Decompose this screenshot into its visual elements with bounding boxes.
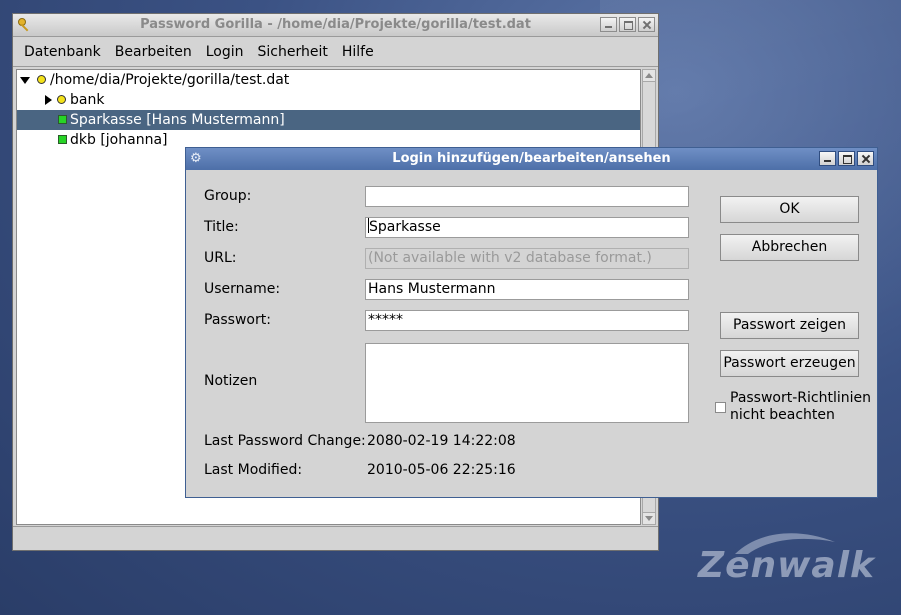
last-modified-value: 2010-05-06 22:25:16	[367, 462, 516, 478]
tree-group-row[interactable]: bank	[17, 90, 640, 110]
generate-password-button[interactable]: Passwort erzeugen	[720, 350, 859, 377]
last-modified-label: Last Modified:	[204, 462, 303, 478]
dialog-titlebar[interactable]: ⚙ Login hinzufügen/bearbeiten/ansehen	[186, 148, 877, 170]
expand-right-icon[interactable]	[45, 95, 52, 105]
username-field[interactable]: Hans Mustermann	[365, 279, 689, 300]
login-entry-icon	[58, 135, 67, 144]
title-field-value: Sparkasse	[369, 219, 441, 235]
menu-sicherheit[interactable]: Sicherheit	[250, 44, 334, 60]
last-password-change-label: Last Password Change:	[204, 433, 366, 449]
tree-root-row[interactable]: /home/dia/Projekte/gorilla/test.dat	[17, 70, 640, 90]
login-entry-icon	[58, 115, 67, 124]
checkbox-label-line-2: nicht beachten	[730, 407, 835, 423]
menu-hilfe[interactable]: Hilfe	[335, 44, 381, 60]
cancel-button[interactable]: Abbrechen	[720, 234, 859, 261]
title-label: Title:	[204, 219, 239, 235]
checkbox-label-line-1: Passwort-Richtlinien	[730, 390, 871, 406]
group-icon	[57, 95, 66, 104]
tree-entry-label: dkb [johanna]	[70, 132, 168, 148]
expand-down-icon[interactable]	[20, 77, 30, 84]
dialog-title: Login hinzufügen/bearbeiten/ansehen	[392, 151, 671, 166]
last-password-change-value: 2080-02-19 14:22:08	[367, 433, 516, 449]
tree-group-label: bank	[70, 92, 105, 108]
desktop-logo-text: Zenwalk	[698, 545, 875, 586]
dialog-close-button[interactable]	[857, 151, 874, 166]
scroll-up-arrow-icon[interactable]	[643, 70, 655, 82]
ignore-password-policy-checkbox[interactable]	[715, 402, 726, 413]
minimize-button[interactable]	[600, 17, 617, 32]
login-dialog: ⚙ Login hinzufügen/bearbeiten/ansehen Gr…	[185, 147, 878, 498]
menu-datenbank[interactable]: Datenbank	[17, 44, 108, 60]
password-field[interactable]: *****	[365, 310, 689, 331]
status-bar	[13, 526, 658, 550]
scroll-down-arrow-icon[interactable]	[643, 512, 655, 524]
ok-button[interactable]: OK	[720, 196, 859, 223]
maximize-button[interactable]	[619, 17, 636, 32]
password-label: Passwort:	[204, 312, 271, 328]
menu-bearbeiten[interactable]: Bearbeiten	[108, 44, 199, 60]
url-field: (Not available with v2 database format.)	[365, 248, 689, 269]
main-window-title: Password Gorilla - /home/dia/Projekte/go…	[140, 17, 531, 32]
menu-login[interactable]: Login	[199, 44, 251, 60]
dialog-maximize-button[interactable]	[838, 151, 855, 166]
group-field[interactable]	[365, 186, 689, 207]
main-window-titlebar[interactable]: Password Gorilla - /home/dia/Projekte/go…	[13, 14, 658, 37]
username-label: Username:	[204, 281, 281, 297]
title-field[interactable]: Sparkasse	[365, 217, 689, 238]
close-button[interactable]	[638, 17, 655, 32]
tree-root-label: /home/dia/Projekte/gorilla/test.dat	[50, 72, 290, 88]
group-label: Group:	[204, 188, 252, 204]
show-password-button[interactable]: Passwort zeigen	[720, 312, 859, 339]
tree-entry-label: Sparkasse [Hans Mustermann]	[70, 112, 285, 128]
url-label: URL:	[204, 250, 237, 266]
database-icon	[37, 75, 46, 84]
notes-textarea[interactable]	[365, 343, 689, 423]
dialog-minimize-button[interactable]	[819, 151, 836, 166]
ignore-password-policy-label[interactable]: Passwort-Richtlinien nicht beachten	[730, 390, 871, 424]
notes-label: Notizen	[204, 373, 258, 389]
menubar: Datenbank Bearbeiten Login Sicherheit Hi…	[13, 37, 658, 67]
tree-entry-row[interactable]: Sparkasse [Hans Mustermann]	[17, 110, 640, 130]
